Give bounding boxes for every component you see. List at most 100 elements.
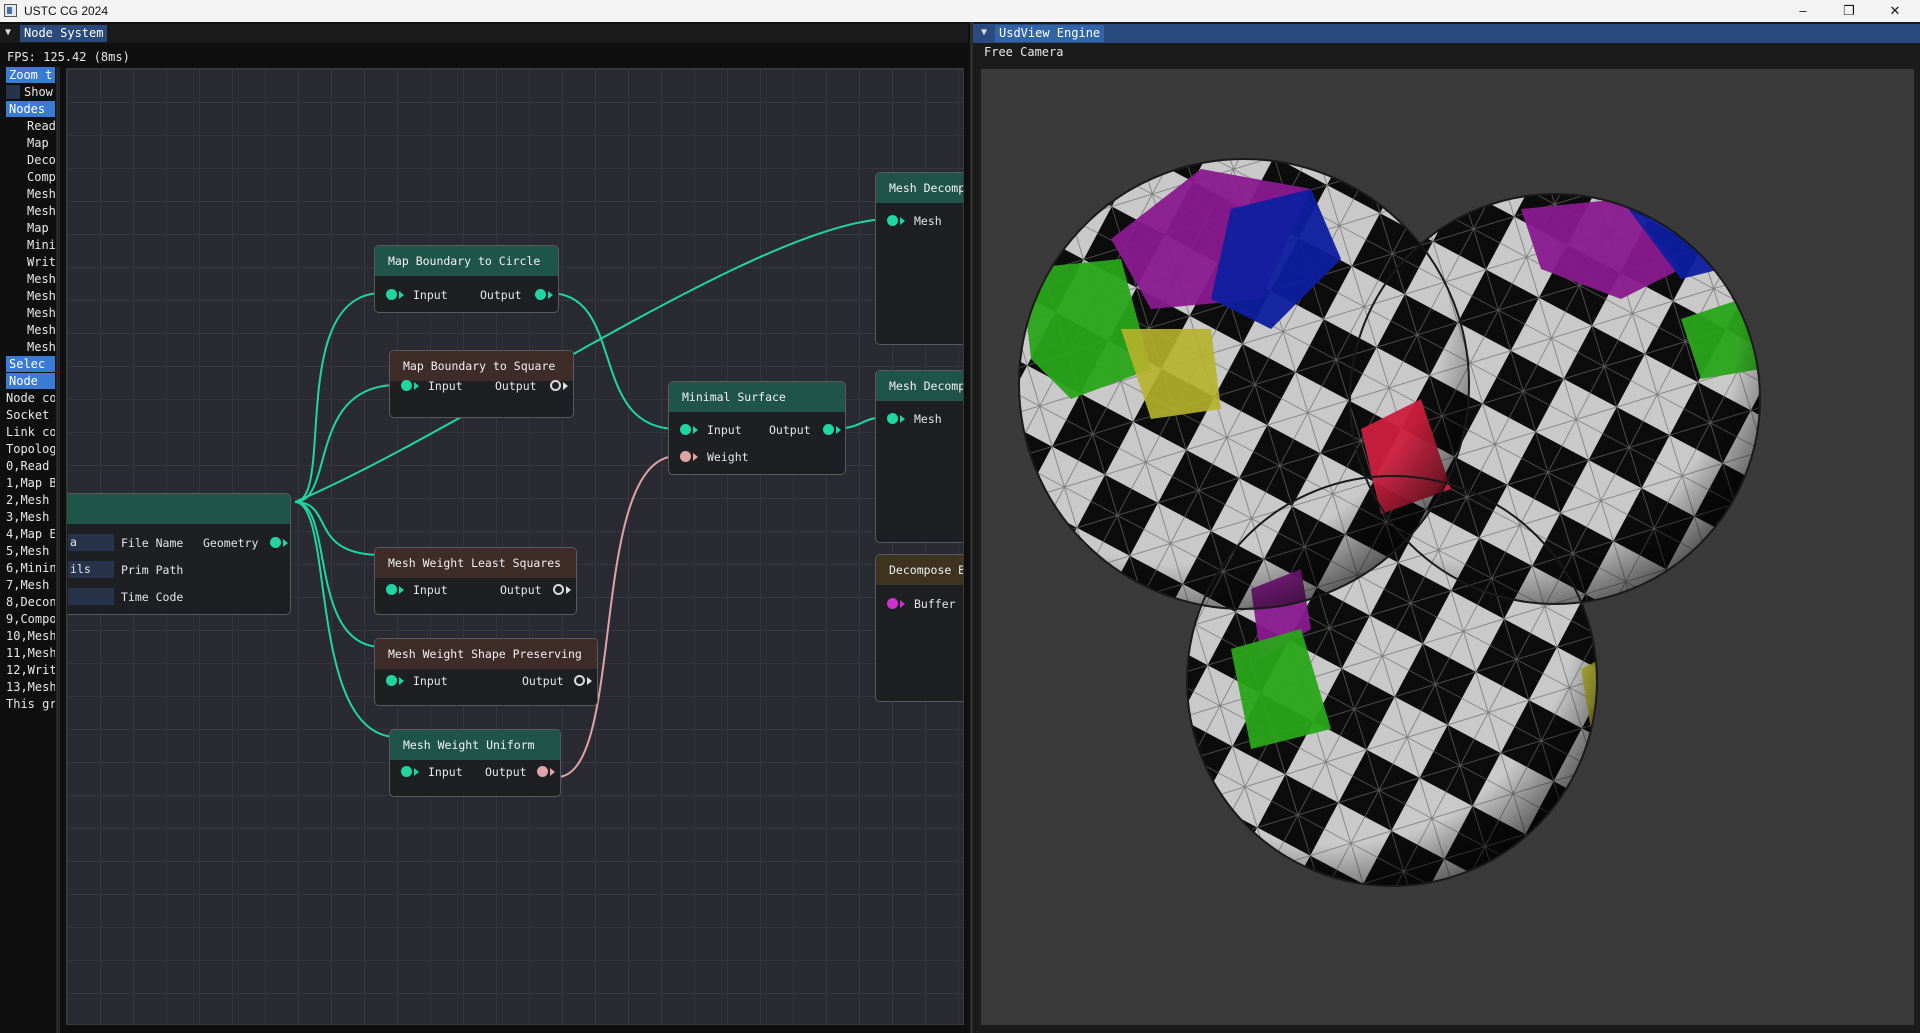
sidebar-row: 7,Mesh — [6, 577, 55, 593]
sidebar-row[interactable]: Selec — [6, 356, 55, 372]
sidebar-row: Link co — [6, 424, 55, 440]
link-uniform-to-weight — [556, 455, 678, 778]
input-socket[interactable] — [386, 584, 397, 595]
sidebar-row[interactable]: Deco — [6, 152, 55, 168]
mesh-socket-arrow — [900, 217, 905, 225]
output-socket[interactable] — [553, 584, 564, 595]
node-weight-uniform[interactable]: Mesh Weight Uniform Input Output — [389, 729, 561, 797]
mesh-render — [1018, 158, 1761, 887]
node-map-boundary-square[interactable]: Map Boundary to Square Input Output — [389, 350, 574, 418]
output-socket[interactable] — [823, 424, 834, 435]
minimize-button[interactable]: – — [1781, 0, 1825, 22]
node-mesh-decompose-2[interactable]: Mesh Decomp Mesh — [875, 370, 963, 543]
node-sidebar: Zoom t Show Nodes Read Map Deco Comp Mesh Mesh Ma… — [6, 67, 57, 1033]
input-socket[interactable] — [401, 766, 412, 777]
output-socket[interactable] — [550, 380, 561, 391]
sidebar-row[interactable]: Comp — [6, 169, 55, 185]
input-socket-arrow — [414, 768, 419, 776]
node-title: Map Boundary to Circle — [375, 246, 558, 276]
sidebar-row-label: Link co — [6, 425, 55, 439]
pin-time-code: Time Code — [121, 590, 184, 604]
sidebar-row[interactable]: Writ — [6, 254, 55, 270]
sidebar-row[interactable]: Mesh — [6, 322, 55, 338]
mesh-socket[interactable] — [887, 413, 898, 424]
sidebar-row-label: Mesh — [27, 340, 55, 354]
sidebar-row: Topolog — [6, 441, 55, 457]
output-socket[interactable] — [537, 766, 548, 777]
camera-mode-label[interactable]: Free Camera — [984, 45, 1063, 59]
pin-mesh: Mesh — [914, 412, 942, 426]
sidebar-scrollbar[interactable] — [56, 67, 60, 1033]
collapse-triangle-icon[interactable]: ▼ — [5, 27, 11, 38]
sidebar-row[interactable]: Mesh — [6, 305, 55, 321]
sidebar-row-label: 4,Map E — [6, 527, 55, 541]
sidebar-row[interactable]: Map — [6, 135, 55, 151]
node-weight-least-squares[interactable]: Mesh Weight Least Squares Input Output — [374, 547, 577, 615]
node-minimal-surface[interactable]: Minimal Surface Input Output Weight — [668, 381, 846, 475]
node-map-boundary-circle[interactable]: Map Boundary to Circle Input Output — [374, 245, 559, 313]
sidebar-row[interactable]: Mesh — [6, 186, 55, 202]
buffer-socket[interactable] — [887, 598, 898, 609]
sidebar-row[interactable]: Zoom t — [6, 67, 55, 83]
sidebar-row[interactable]: Mesh — [6, 271, 55, 287]
sidebar-row-label: Show — [24, 85, 53, 99]
close-button[interactable]: ✕ — [1873, 0, 1917, 22]
node-mesh-decompose-1[interactable]: Mesh Decomp Mesh — [875, 172, 963, 345]
sidebar-row[interactable]: Nodes — [6, 101, 55, 117]
sidebar-row-label: Mesh — [27, 272, 55, 286]
input-socket[interactable] — [386, 675, 397, 686]
sidebar-row[interactable]: Map — [6, 220, 55, 236]
show-checkbox[interactable] — [6, 84, 20, 99]
pin-output: Output — [495, 379, 537, 393]
sidebar-row: 6,Minin — [6, 560, 55, 576]
node-title: Mesh Weight Uniform — [390, 730, 560, 760]
sidebar-row[interactable]: Mesh — [6, 288, 55, 304]
sidebar-row-label: Nodes — [9, 102, 46, 116]
output-socket[interactable] — [574, 675, 585, 686]
pin-output: Output — [480, 288, 522, 302]
collapse-triangle-icon[interactable]: ▼ — [981, 27, 987, 38]
pin-input: Input — [413, 674, 448, 688]
sidebar-row-label: Zoom t — [9, 68, 53, 82]
node-weight-shape-preserving[interactable]: Mesh Weight Shape Preserving Input Outpu… — [374, 638, 598, 706]
window-title: USTC CG 2024 — [24, 4, 109, 18]
sidebar-row[interactable]: Mini — [6, 237, 55, 253]
node-system-titlebar: ▼ Node System — [0, 24, 968, 43]
sidebar-row[interactable]: Node — [6, 373, 55, 389]
sidebar-row-label: Mesh — [27, 306, 55, 320]
geometry-socket-arrow — [283, 539, 288, 547]
sidebar-row-label: Mesh — [27, 323, 55, 337]
node-system-window: ▼ Node System FPS: 125.42 (8ms) Zoom t Sh… — [0, 22, 970, 1033]
node-title: Minimal Surface — [669, 382, 845, 412]
weight-socket[interactable] — [680, 451, 691, 462]
sidebar-row[interactable]: Mesh — [6, 339, 55, 355]
link-geometry-to-shape-preserving — [294, 501, 383, 648]
input-socket[interactable] — [680, 424, 691, 435]
pin-input: Input — [413, 288, 448, 302]
usdview-tab[interactable]: UsdView Engine — [995, 25, 1105, 42]
node-decompose-buffer[interactable]: Decompose B Buffer — [875, 554, 963, 702]
output-socket[interactable] — [535, 289, 546, 300]
prim-path-field[interactable]: ils — [68, 561, 114, 578]
sidebar-row[interactable]: Read — [6, 118, 55, 134]
3d-viewport[interactable] — [981, 69, 1914, 1025]
node-system-tab[interactable]: Node System — [20, 25, 108, 42]
sidebar-row[interactable]: Mesh — [6, 203, 55, 219]
sidebar-row-label: 12,Writ — [6, 663, 55, 677]
pin-geometry: Geometry — [203, 536, 259, 550]
node-read-usd[interactable]: a ils File Name Prim Path Time Code Geom… — [67, 493, 291, 615]
geometry-socket[interactable] — [270, 537, 281, 548]
input-socket[interactable] — [386, 289, 397, 300]
sidebar-row: 8,Decon — [6, 594, 55, 610]
time-code-field[interactable] — [68, 588, 114, 605]
input-socket-arrow — [414, 382, 419, 390]
sidebar-row: This gr — [6, 696, 55, 712]
sidebar-row[interactable]: Show — [6, 84, 55, 100]
input-socket[interactable] — [401, 380, 412, 391]
mesh-socket[interactable] — [887, 215, 898, 226]
node-editor-canvas[interactable]: a ils File Name Prim Path Time Code Geom… — [66, 68, 964, 1025]
restore-button[interactable]: ❐ — [1827, 0, 1871, 22]
sidebar-row-label: 0,Read — [6, 459, 50, 473]
sidebar-row-label: 13,Mesh — [6, 680, 55, 694]
file-name-field[interactable]: a — [68, 534, 114, 551]
